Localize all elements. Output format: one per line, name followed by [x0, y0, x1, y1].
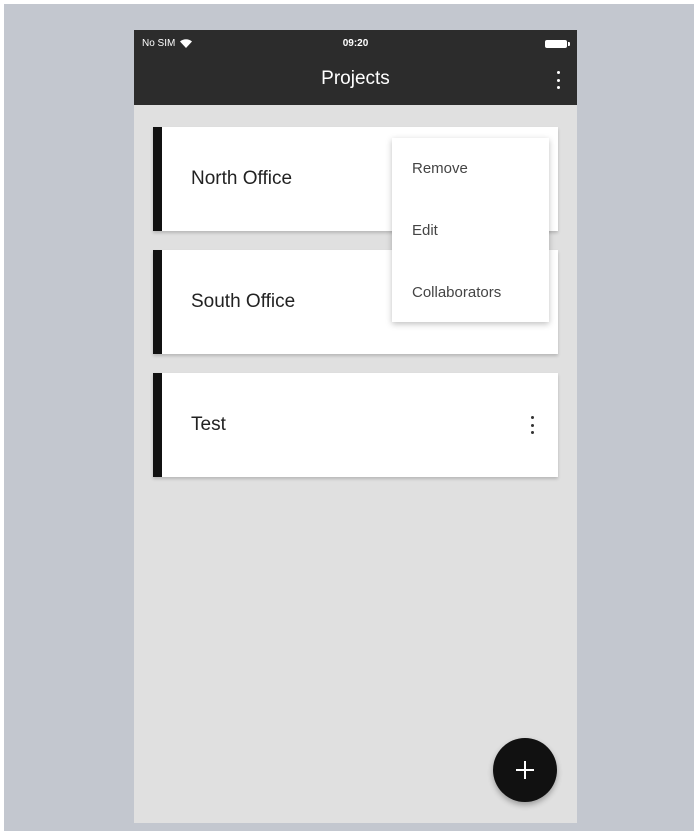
project-name: South Office — [191, 291, 296, 312]
project-more-icon[interactable] — [528, 416, 536, 434]
status-time: 09:20 — [342, 38, 369, 49]
app-bar: No SIM 09:20 Projects — [134, 30, 577, 105]
menu-item-remove[interactable]: Remove — [392, 138, 549, 200]
project-name: North Office — [191, 168, 293, 189]
plus-icon — [516, 761, 534, 779]
battery-icon — [545, 40, 570, 48]
page-title: Projects — [321, 68, 390, 89]
project-card-test[interactable]: Test — [153, 373, 558, 477]
project-context-menu: Remove Edit Collaborators — [392, 138, 549, 322]
add-project-button[interactable] — [493, 738, 557, 802]
menu-item-edit[interactable]: Edit — [392, 200, 549, 262]
phone-screen: No SIM 09:20 Projects North Office South — [134, 30, 577, 823]
status-bar: No SIM 09:20 — [134, 30, 577, 56]
screenshot-frame: No SIM 09:20 Projects North Office South — [4, 4, 694, 831]
menu-item-collaborators[interactable]: Collaborators — [392, 262, 549, 324]
more-vertical-icon[interactable] — [553, 71, 563, 89]
project-name: Test — [191, 414, 226, 435]
